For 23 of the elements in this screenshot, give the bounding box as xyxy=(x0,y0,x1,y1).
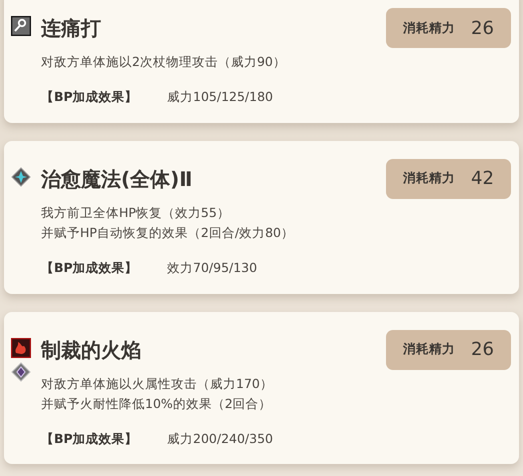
skill-name: 连痛打 xyxy=(41,15,101,40)
bp-value: 威力105/125/180 xyxy=(167,88,273,106)
skill-name: 制裁的火焰 xyxy=(41,336,141,362)
bp-label: 【BP加成效果】 xyxy=(41,88,139,106)
cost-label: 消耗精力 xyxy=(403,18,456,37)
skill-description: 我方前卫全体HP恢复（效力55） xyxy=(41,204,231,222)
crystal-icon xyxy=(11,166,31,187)
cost-label: 消耗精力 xyxy=(403,340,456,358)
diamond-icon xyxy=(11,362,31,382)
bp-value: 效力70/95/130 xyxy=(167,258,258,277)
skill-description: 并赋予火耐性降低10%的效果（2回合） xyxy=(41,394,273,412)
fire-icon xyxy=(11,338,31,358)
bp-value: 威力200/240/350 xyxy=(167,430,273,448)
bp-label: 【BP加成效果】 xyxy=(41,430,139,448)
skill-description: 并赋予HP自动恢复的效果（2回合/效力80） xyxy=(41,224,296,242)
cost-value: 42 xyxy=(471,167,494,192)
skill-description: 对敌方单体施以火属性攻击（威力170） xyxy=(41,374,274,392)
cost-value: 26 xyxy=(471,16,494,40)
cost-value: 26 xyxy=(471,338,494,362)
skill-name: 治愈魔法(全体)Ⅱ xyxy=(41,166,192,191)
cost-label: 消耗精力 xyxy=(403,169,456,188)
bp-label: 【BP加成效果】 xyxy=(41,258,139,277)
skill-description: 对敌方单体施以2次杖物理攻击（威力90） xyxy=(41,53,287,71)
